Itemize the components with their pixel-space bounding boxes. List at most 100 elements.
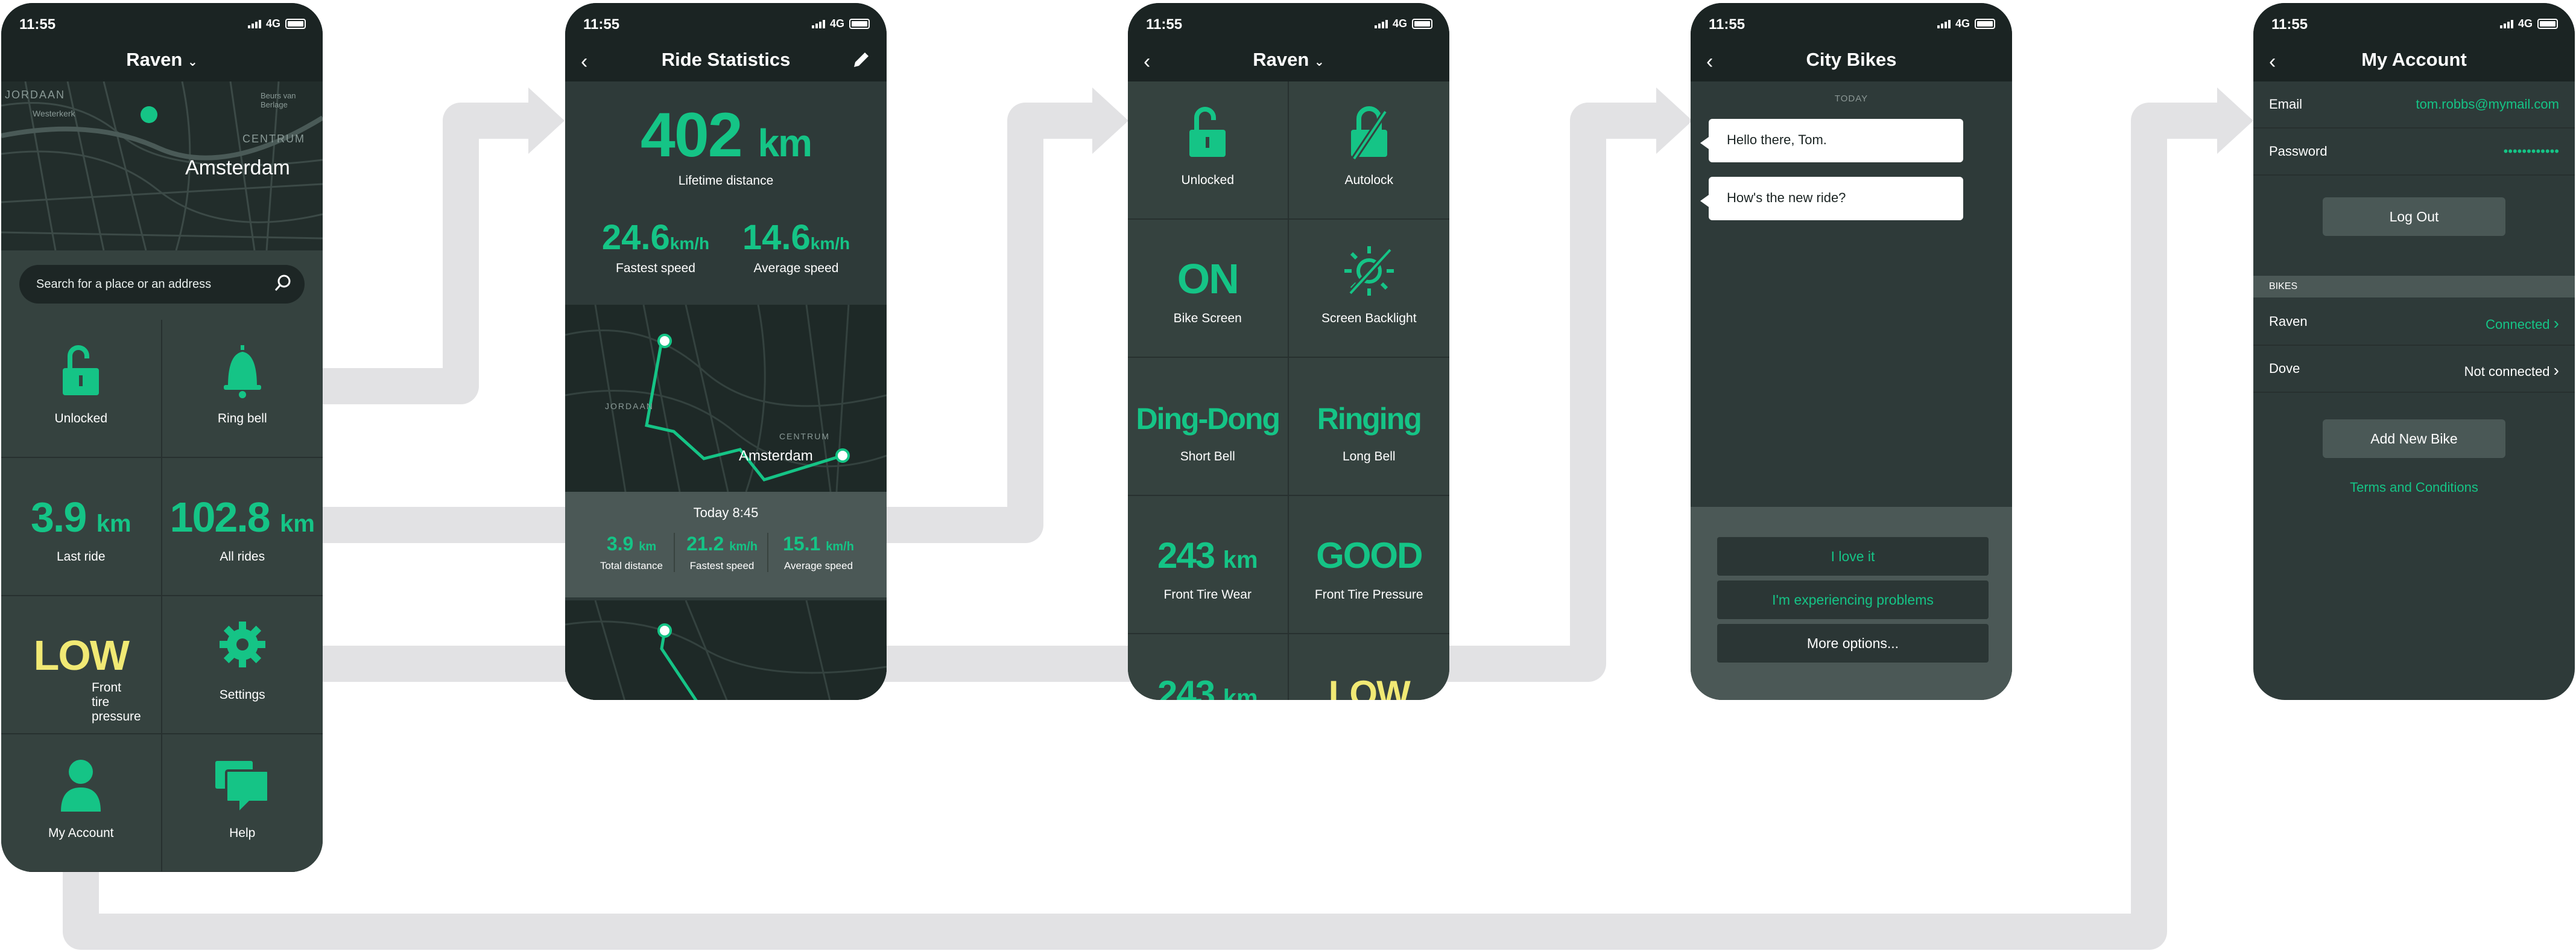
- ride-map-next[interactable]: [565, 600, 887, 700]
- tile-label: Unlocked: [1181, 173, 1235, 187]
- tile-value: Ringing: [1317, 402, 1422, 436]
- tile-rear-tire-pressure[interactable]: LOW: [1288, 634, 1449, 700]
- tile-value: GOOD: [1316, 535, 1423, 576]
- tile-label: Unlocked: [54, 412, 108, 425]
- map-street-b: Beurs van Berlage: [261, 91, 296, 109]
- bike-status: Not connected ›: [2464, 361, 2559, 380]
- tile-label: Settings: [219, 688, 265, 702]
- tile-unlocked[interactable]: Unlocked: [1128, 81, 1289, 220]
- battery-icon: [2537, 19, 2558, 29]
- page-title: Raven: [1253, 49, 1309, 70]
- tile-last-ride[interactable]: 3.9 km Last ride: [1, 458, 162, 596]
- ride-distance: 3.9 km Total distance: [589, 533, 675, 572]
- tile-label: Last ride: [56, 550, 106, 564]
- chevron-down-icon: ⌄: [1314, 56, 1324, 69]
- map-view[interactable]: Amsterdam JORDAAN CENTRUM Westerkerk Beu…: [1, 81, 323, 250]
- battery-icon: [285, 19, 306, 29]
- route-map-next: [565, 600, 887, 700]
- tile-value: 3.9 km: [30, 494, 131, 541]
- more-options-button[interactable]: More options...: [1717, 624, 1989, 663]
- tile-help[interactable]: Help: [162, 734, 323, 872]
- tile-autolock[interactable]: Autolock: [1288, 81, 1450, 220]
- tile-rear-tire-wear[interactable]: 243 km: [1128, 634, 1289, 700]
- tile-short-bell[interactable]: Ding-Dong Short Bell: [1128, 358, 1289, 496]
- ride-map[interactable]: Amsterdam JORDAAN CENTRUM: [565, 305, 887, 492]
- backlight-off-icon: [1289, 244, 1450, 298]
- chevron-right-icon: ›: [2553, 361, 2559, 380]
- tile-label: Screen Backlight: [1321, 311, 1417, 325]
- tile-my-account[interactable]: My Account: [1, 734, 162, 872]
- map-district-label: Amsterdam: [185, 156, 290, 179]
- status-time: 11:55: [583, 16, 620, 33]
- password-label: Password: [2269, 144, 2328, 159]
- screen-chat: 11:55 4G ‹ City Bikes TODAY Hello there,…: [1691, 3, 2012, 700]
- gear-icon: [162, 620, 323, 669]
- bike-row-dove[interactable]: Dove Not connected ›: [2253, 346, 2575, 393]
- add-bike-button[interactable]: Add New Bike: [2323, 419, 2505, 458]
- logout-button[interactable]: Log Out: [2323, 197, 2505, 236]
- screen-ride-statistics: 11:55 4G ‹ Ride Statistics 402 km Lifeti…: [565, 3, 887, 700]
- battery-icon: [1975, 19, 1995, 29]
- tile-settings[interactable]: Settings: [162, 596, 323, 734]
- nav-bar: Raven ⌄: [1, 42, 323, 81]
- tile-bike-screen[interactable]: ON Bike Screen: [1128, 220, 1289, 358]
- tile-label: All rides: [220, 550, 265, 564]
- flow-arrow-chat: [323, 103, 1659, 682]
- tile-label: Bike Screen: [1173, 311, 1242, 325]
- terms-link[interactable]: Terms and Conditions: [2253, 480, 2575, 495]
- bike-selector[interactable]: Raven ⌄: [1128, 49, 1449, 71]
- lifetime-unit: km: [758, 121, 812, 165]
- fastest-label: Fastest speed: [616, 261, 695, 275]
- chat-day-label: TODAY: [1834, 94, 1869, 104]
- email-value: tom.robbs@mymail.com: [2416, 97, 2560, 112]
- tile-front-tire-pressure[interactable]: GOOD Front Tire Pressure: [1288, 496, 1449, 634]
- map-area-b: CENTRUM: [779, 431, 830, 441]
- signal-icon: [1937, 19, 1951, 28]
- search-input[interactable]: Search for a place or an address: [19, 265, 305, 304]
- bike-name: Dove: [2269, 361, 2300, 376]
- tile-ring-bell[interactable]: Ring bell: [162, 320, 323, 458]
- bike-row-raven[interactable]: Raven Connected ›: [2253, 299, 2575, 346]
- password-row[interactable]: Password ••••••••••••: [2253, 129, 2575, 176]
- tile-screen-backlight[interactable]: Screen Backlight: [1288, 220, 1450, 358]
- tile-front-tire-wear[interactable]: 243 km Front Tire Wear: [1128, 496, 1289, 634]
- lifetime-label: Lifetime distance: [678, 174, 774, 188]
- tile-label: Autolock: [1344, 173, 1394, 187]
- nav-bar: ‹ My Account: [2253, 42, 2575, 81]
- reply-problems-button[interactable]: I'm experiencing problems: [1717, 580, 1989, 619]
- network-label: 4G: [2517, 17, 2533, 30]
- page-title: My Account: [2361, 49, 2467, 70]
- network-label: 4G: [829, 17, 844, 30]
- network-label: 4G: [265, 17, 280, 30]
- bike-selector[interactable]: Raven ⌄: [1, 49, 323, 71]
- unlock-icon: [1128, 106, 1288, 160]
- tile-label: My Account: [48, 826, 114, 840]
- bike-name: Raven: [2269, 314, 2308, 329]
- autolock-icon: [1289, 106, 1450, 160]
- search-placeholder: Search for a place or an address: [36, 278, 212, 291]
- tile-front-tire-pressure[interactable]: LOW Front tire pressure: [1, 596, 162, 734]
- nav-bar: ‹ City Bikes: [1691, 42, 2012, 81]
- page-title: Ride Statistics: [661, 49, 791, 70]
- chat-message: Hello there, Tom.: [1700, 119, 1963, 162]
- tile-all-rides[interactable]: 102.8 km All rides: [162, 458, 323, 596]
- page-title: City Bikes: [1806, 49, 1897, 70]
- tile-value: 243 km: [1157, 673, 1258, 700]
- ride-summary-card[interactable]: Today 8:45 3.9 km Total distance 21.2 km…: [565, 492, 887, 597]
- home-tiles: Unlocked Ring bell 3.9 km Last ride 102.…: [1, 320, 323, 872]
- lifetime-stat: 402 km Lifetime distance: [565, 100, 887, 188]
- status-time: 11:55: [2271, 16, 2308, 33]
- status-time: 11:55: [1709, 16, 1745, 33]
- email-row[interactable]: Email tom.robbs@mymail.com: [2253, 81, 2575, 129]
- password-value: ••••••••••••: [2503, 144, 2559, 159]
- tile-label: Help: [229, 826, 256, 840]
- tile-unlocked[interactable]: Unlocked: [1, 320, 162, 458]
- tile-long-bell[interactable]: Ringing Long Bell: [1288, 358, 1449, 496]
- reply-love-it-button[interactable]: I love it: [1717, 537, 1989, 576]
- ride-time: Today 8:45: [693, 505, 759, 520]
- signal-icon: [2499, 19, 2513, 28]
- ride-fastest: 21.2 km/h Fastest speed: [677, 533, 768, 572]
- status-bar: 11:55 4G: [2253, 3, 2575, 42]
- tile-label: Short Bell: [1180, 450, 1235, 463]
- pencil-icon[interactable]: [850, 49, 872, 71]
